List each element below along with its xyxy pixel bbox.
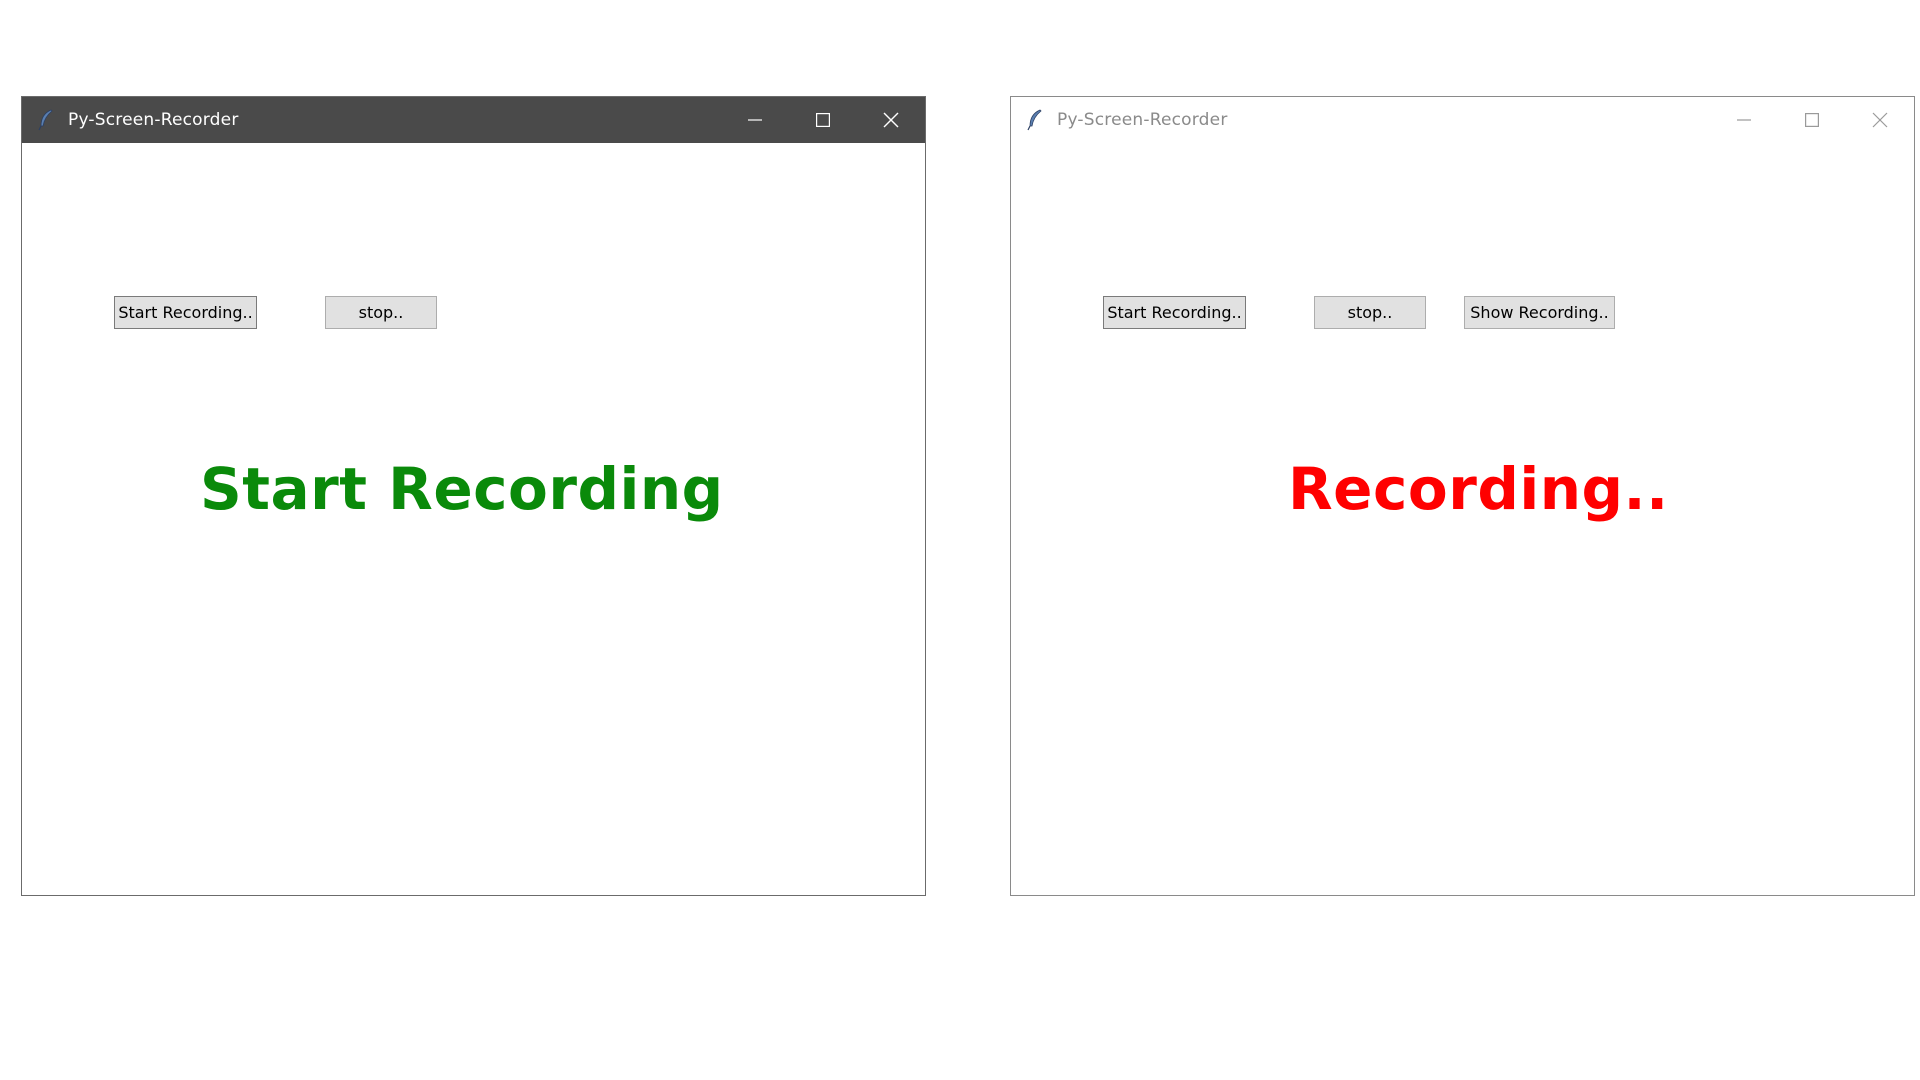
- maximize-icon: [1805, 113, 1819, 127]
- start-recording-button[interactable]: Start Recording..: [1103, 296, 1246, 329]
- maximize-button[interactable]: [1778, 97, 1846, 143]
- close-button[interactable]: [857, 97, 925, 143]
- window-title: Py-Screen-Recorder: [68, 110, 239, 130]
- minimize-icon: [748, 119, 762, 121]
- close-button[interactable]: [1846, 97, 1914, 143]
- maximize-icon: [816, 113, 830, 127]
- minimize-button[interactable]: [1710, 97, 1778, 143]
- window-title: Py-Screen-Recorder: [1057, 110, 1228, 130]
- title-bar[interactable]: Py-Screen-Recorder: [22, 97, 925, 143]
- maximize-button[interactable]: [789, 97, 857, 143]
- close-icon: [1872, 112, 1888, 128]
- start-recording-button[interactable]: Start Recording..: [114, 296, 257, 329]
- show-recording-button[interactable]: Show Recording..: [1464, 296, 1615, 329]
- feather-icon: [38, 109, 54, 131]
- title-bar[interactable]: Py-Screen-Recorder: [1011, 97, 1914, 143]
- status-label: Start Recording: [200, 455, 724, 523]
- feather-icon: [1027, 109, 1043, 131]
- status-label: Recording..: [1288, 455, 1669, 523]
- minimize-button[interactable]: [721, 97, 789, 143]
- stop-button[interactable]: stop..: [325, 296, 437, 329]
- minimize-icon: [1737, 119, 1751, 121]
- close-icon: [883, 112, 899, 128]
- stop-button[interactable]: stop..: [1314, 296, 1426, 329]
- recorder-window-right: Py-Screen-Recorder Start Recording.. sto…: [1010, 96, 1915, 896]
- recorder-window-left: Py-Screen-Recorder Start Recording.. sto…: [21, 96, 926, 896]
